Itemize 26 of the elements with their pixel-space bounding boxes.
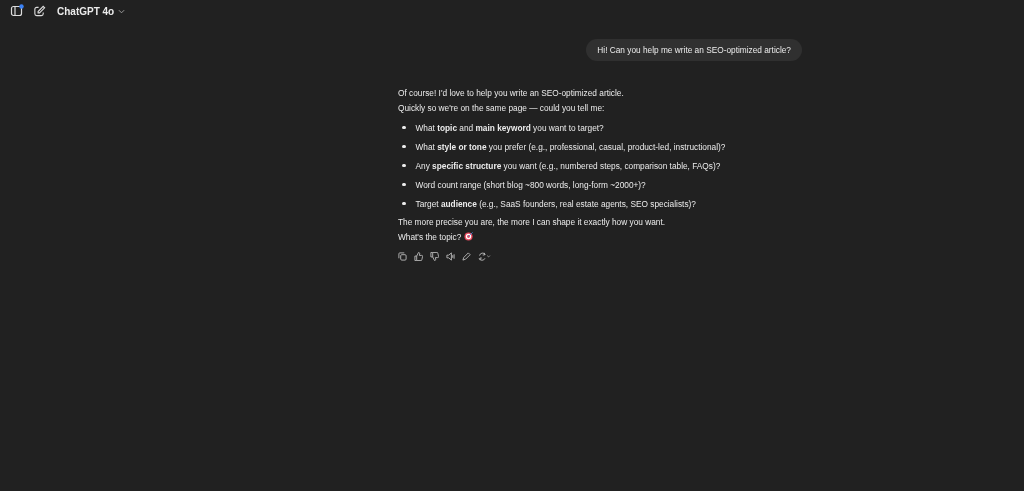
list-item: What style or tone you prefer (e.g., professional, casual, product-led, instructional)?	[415, 140, 726, 153]
list-item: What topic and main keyword you want to target?	[415, 121, 604, 134]
copy-icon[interactable]	[398, 252, 407, 261]
list-item: Any specific structure you want (e.g., numbered steps, comparison table, FAQs)?	[415, 159, 721, 172]
bullet-icon	[402, 144, 406, 149]
reply-text: Of course! I'd love to help you write an SEO-optimized article.	[398, 87, 625, 100]
reply-text: What's the topic?	[398, 231, 462, 242]
speaker-icon[interactable]	[446, 252, 455, 261]
list-item: Word count range (short blog ~800 words, long-form ~2000+)?	[415, 178, 646, 191]
user-message: Hi! Can you help me write an SEO-optimized article?	[586, 39, 802, 61]
regenerate-icon[interactable]	[478, 252, 491, 261]
bullet-icon	[402, 182, 406, 187]
bullet-icon	[402, 125, 406, 130]
target-icon	[464, 231, 474, 241]
sidebar-icon[interactable]	[10, 4, 24, 18]
reply-text: Quickly so we're on the same page — could you tell me:	[398, 101, 606, 115]
list-item: Target audience (e.g., SaaS founders, real estate agents, SEO specialists)?	[415, 197, 696, 210]
thumbs-up-icon[interactable]	[414, 252, 423, 261]
bullet-icon	[402, 163, 406, 168]
reply-text: The more precise you are, the more I can shape it exactly how you want.	[398, 217, 665, 227]
chevron-icon	[118, 7, 126, 15]
new-chat-icon[interactable]	[33, 4, 46, 18]
edit-icon[interactable]	[462, 252, 471, 261]
thumbs-down-icon[interactable]	[430, 252, 439, 261]
bullet-icon	[402, 201, 406, 206]
model-selector[interactable]: ChatGPT 4o	[57, 5, 126, 17]
